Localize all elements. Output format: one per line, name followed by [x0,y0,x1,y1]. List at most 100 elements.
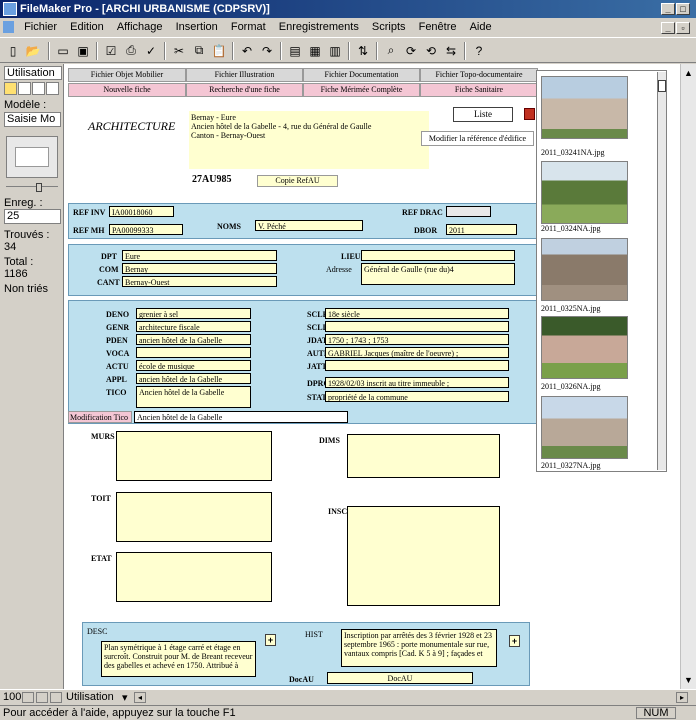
hist-field[interactable]: Inscription par arrêtés des 3 février 19… [341,629,497,667]
desc-field[interactable]: Plan symétrique à 1 étage carré et étage… [101,641,256,677]
menu-edition[interactable]: Edition [65,18,109,37]
insc-field[interactable] [347,506,500,606]
mode-label[interactable]: Utilisation [4,66,62,80]
nav-fiche-merimee[interactable]: Fiche Mérimée Complète [303,83,420,97]
nav-objet-mobilier[interactable]: Fichier Objet Mobilier [68,68,186,82]
zoom-in-icon[interactable] [36,692,48,703]
list-view-icon[interactable]: ▥ [326,42,344,59]
refinv-field[interactable]: IA00018060 [109,206,174,217]
actu-field[interactable]: école de musique [136,360,251,371]
modtico-field[interactable]: Ancien hôtel de la Gabelle [134,411,348,423]
menu-enregistrements[interactable]: Enregistrements [274,18,364,37]
menu-format[interactable]: Format [226,18,271,37]
tico-field[interactable]: Ancien hôtel de la Gabelle [136,386,251,408]
status-toggle-icon[interactable] [50,692,62,703]
open-file-icon[interactable]: 📂 [24,42,42,59]
cut-icon[interactable]: ✂ [170,42,188,59]
scld-field[interactable] [325,321,509,332]
copy-refau-button[interactable]: Copie RefAU [257,175,338,187]
toit-field[interactable] [116,492,272,542]
jatt-field[interactable] [325,360,509,371]
minimize-button[interactable]: _ [661,3,675,15]
doc-icon[interactable] [0,18,16,37]
adresse-field[interactable]: Général de Gaulle (rue du)4 [361,263,515,285]
red-square-button[interactable] [524,108,535,120]
nav-fiche-sanitaire[interactable]: Fiche Sanitaire [420,83,538,97]
table-icon[interactable]: ▦ [306,42,324,59]
spellcheck-icon[interactable]: ✓ [142,42,160,59]
thumbnail-image-3[interactable] [541,238,628,301]
replace-icon[interactable]: ⇆ [442,42,460,59]
sort-icon[interactable]: ⇅ [354,42,372,59]
menu-aide[interactable]: Aide [465,18,497,37]
menu-insertion[interactable]: Insertion [171,18,223,37]
nav-recherche-fiche[interactable]: Recherche d'une fiche [186,83,303,97]
vertical-scrollbar[interactable]: ▲ ▼ [680,64,696,689]
nav-documentation[interactable]: Fichier Documentation [303,68,420,82]
layout-select[interactable]: Saisie Mo [4,112,61,127]
zoom-out-icon[interactable] [22,692,34,703]
browse-mode-icon[interactable] [4,82,17,95]
paste-icon[interactable]: 📋 [210,42,228,59]
find-icon[interactable]: ⌕ [382,42,400,59]
doc-minimize-button[interactable]: _ [661,22,675,34]
thumbnail-image-5[interactable] [541,396,628,459]
delete-record-icon[interactable]: ▣ [74,42,92,59]
redo-icon[interactable]: ↷ [258,42,276,59]
thumbnail-image-4[interactable] [541,316,628,379]
checkbox-icon[interactable]: ☑ [102,42,120,59]
scroll-left-icon[interactable]: ◂ [134,692,146,703]
deno-field[interactable]: grenier à sel [136,308,251,319]
print-icon[interactable]: ⎙ [122,42,140,59]
dims-field[interactable] [347,434,500,478]
dbor-field[interactable]: 2011 [446,224,517,235]
doc-restore-button[interactable]: ▫ [676,22,690,34]
refmh-field[interactable]: PA00099333 [109,224,183,235]
new-file-icon[interactable]: ▯ [4,42,22,59]
com-field[interactable]: Bernay [122,263,277,274]
list-button[interactable]: Liste [453,107,513,122]
nav-illustration[interactable]: Fichier Illustration [186,68,303,82]
dpt-field[interactable]: Eure [122,250,277,261]
murs-field[interactable] [116,431,272,481]
voca-field[interactable] [136,347,251,358]
jdat-field[interactable]: 1750 ; 1743 ; 1753 [325,334,509,345]
preview-mode-icon[interactable] [46,82,59,95]
chevron-down-icon[interactable]: ▾ [122,691,128,704]
nav-nouvelle-fiche[interactable]: Nouvelle fiche [68,83,186,97]
genr-field[interactable]: architecture fiscale [136,321,251,332]
thumbnail-image-1[interactable] [541,76,628,139]
dpro-field[interactable]: 1928/02/03 inscrit au titre immeuble ; [325,377,509,388]
show-all-icon[interactable]: ⟳ [402,42,420,59]
record-number-input[interactable]: 25 [4,209,61,224]
refdrac-field[interactable] [446,206,491,217]
layout-mode-icon[interactable] [32,82,45,95]
autr-field[interactable]: GABRIEL Jacques (maître de l'oeuvre) ; [325,347,509,358]
record-slider[interactable] [6,183,58,192]
copy-icon[interactable]: ⧉ [190,42,208,59]
layout-icon[interactable]: ▤ [286,42,304,59]
menu-scripts[interactable]: Scripts [367,18,411,37]
help-icon[interactable]: ? [470,42,488,59]
mode-popup[interactable]: Utilisation [66,691,114,703]
etat-field[interactable] [116,552,272,602]
maximize-button[interactable]: □ [676,3,690,15]
scroll-right-icon[interactable]: ▸ [676,692,688,703]
new-record-icon[interactable]: ▭ [54,42,72,59]
menu-affichage[interactable]: Affichage [112,18,168,37]
docau-field[interactable]: DocAU [327,672,473,684]
scle-field[interactable]: 18e siècle [325,308,509,319]
thumbnail-image-2[interactable] [541,161,628,224]
cant-field[interactable]: Bernay-Ouest [122,276,277,287]
hist-expand-button[interactable]: + [509,635,520,647]
nav-topo-documentaire[interactable]: Fichier Topo-documentaire [420,68,538,82]
portal-scrollbar[interactable] [657,72,666,470]
desc-expand-button[interactable]: + [265,634,276,646]
stat-field[interactable]: propriété de la commune [325,391,509,402]
omit-icon[interactable]: ⟲ [422,42,440,59]
find-mode-icon[interactable] [18,82,31,95]
menu-fichier[interactable]: Fichier [19,18,62,37]
book-icon[interactable] [6,136,58,178]
modify-reference-button[interactable]: Modifier la référence d'édifice [421,131,534,146]
lieu-field[interactable] [361,250,515,261]
